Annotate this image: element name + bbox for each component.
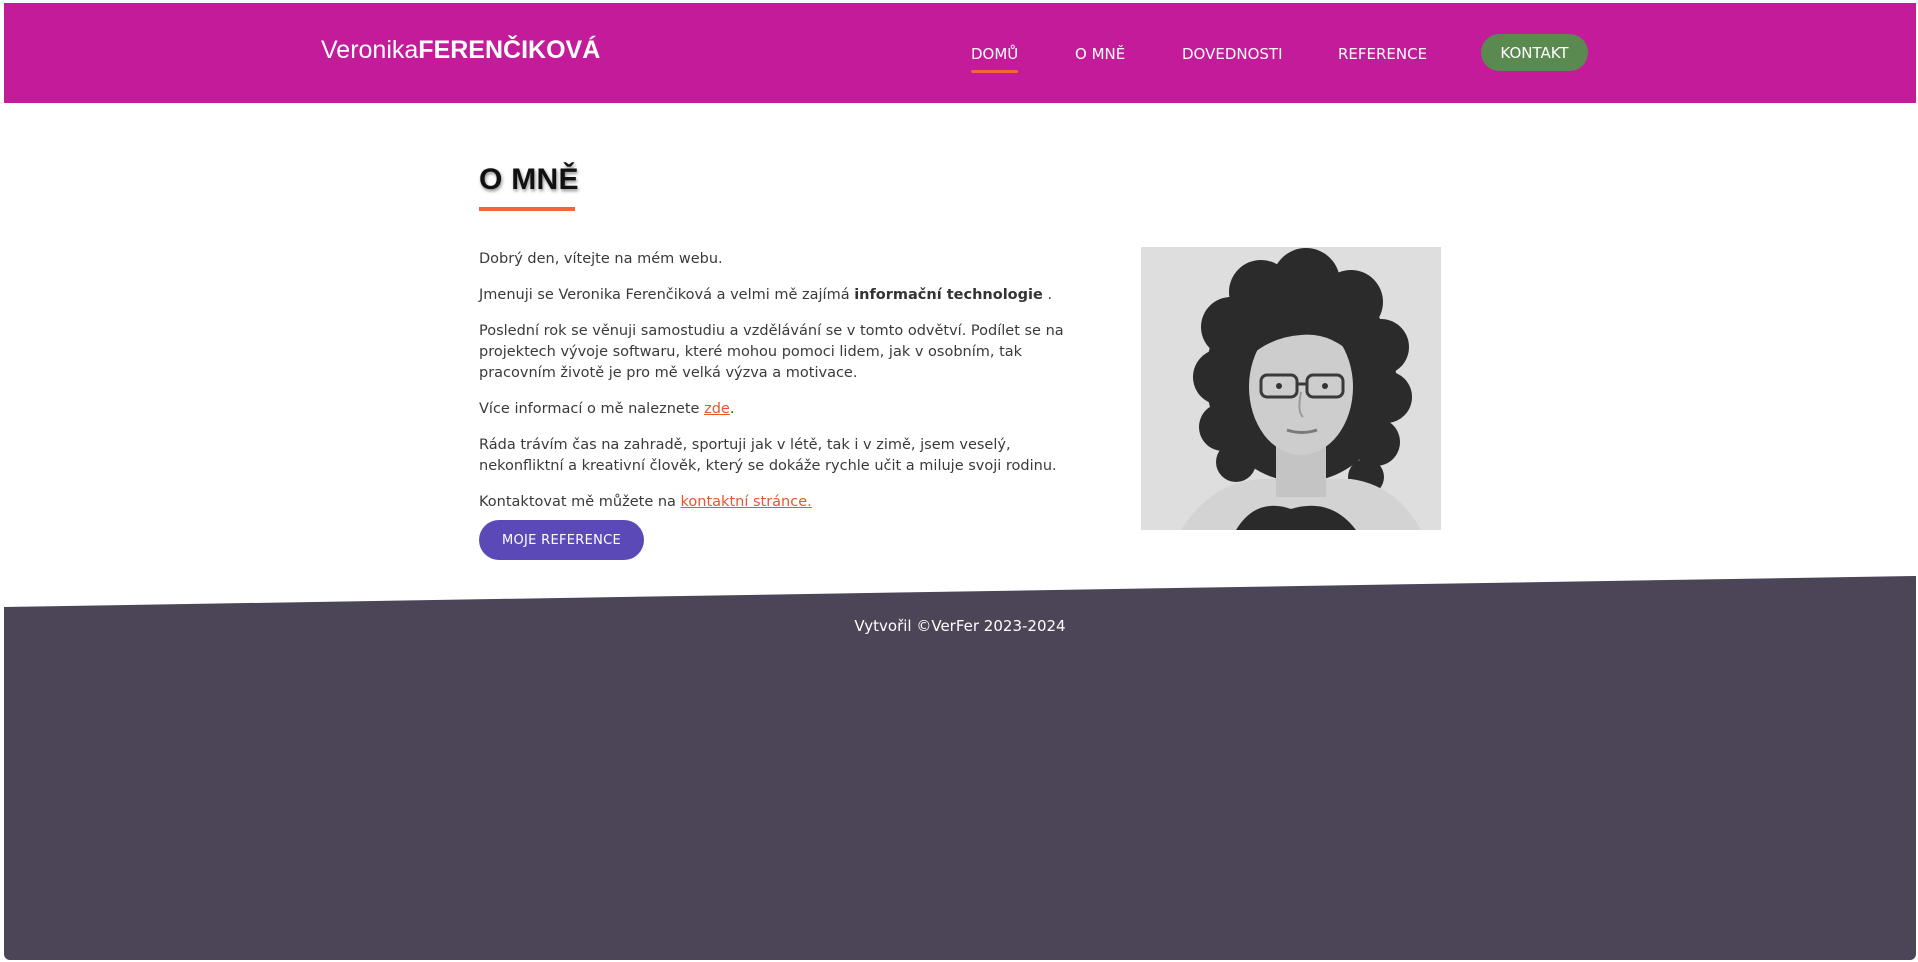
paragraph-contact: Kontaktovat mě můžete na kontaktní strán… [479,492,1099,513]
paragraph-intro: Jmenuji se Veronika Ferenčiková a velmi … [479,285,1099,306]
brand-last-name: FERENČIKOVÁ [418,36,601,64]
nav-link-skills[interactable]: DOVEDNOSTI [1182,45,1283,63]
brand-first-name: Veronika [321,36,419,64]
nav-link-home[interactable]: DOMŮ [971,45,1019,73]
site-logo[interactable]: VeronikaFERENČIKOVÁ [321,36,600,65]
footer-copyright: Vytvořil ©VerFer 2023-2024 [854,617,1066,635]
paragraph-more-info: Více informací o mě naleznete zde. [479,399,1099,420]
more-info-text: Více informací o mě naleznete [479,401,705,417]
page-frame: VeronikaFERENČIKOVÁ DOMŮ O MNĚ DOVEDNOST… [4,3,1916,960]
intro-highlight: informační technologie [854,287,1043,303]
my-references-button[interactable]: MOJE REFERENCE [479,520,644,560]
site-header: VeronikaFERENČIKOVÁ DOMŮ O MNĚ DOVEDNOST… [4,3,1916,103]
intro-end: . [1042,287,1053,303]
more-info-link[interactable]: zde [704,401,730,417]
portrait-illustration [1141,247,1441,530]
about-text: Dobrý den, vítejte na mém webu. Jmenuji … [479,249,1099,518]
portrait-photo [1141,247,1441,530]
paragraph-welcome: Dobrý den, vítejte na mém webu. [479,251,723,267]
nav-link-references[interactable]: REFERENCE [1338,45,1427,63]
contact-text: Kontaktovat mě můžete na [479,494,681,510]
paragraph-study: Poslední rok se věnuji samostudiu a vzdě… [479,323,1064,381]
page-title: O MNĚ [479,163,579,196]
paragraph-hobbies: Ráda trávím čas na zahradě, sportuji jak… [479,437,1057,474]
title-underline [479,207,575,211]
contact-button[interactable]: KONTAKT [1481,34,1588,71]
intro-text: Jmenuji se Veronika Ferenčiková a velmi … [479,287,855,303]
contact-page-link[interactable]: kontaktní stránce. [681,494,812,510]
nav-link-about[interactable]: O MNĚ [1075,45,1125,63]
more-info-end: . [729,401,735,417]
